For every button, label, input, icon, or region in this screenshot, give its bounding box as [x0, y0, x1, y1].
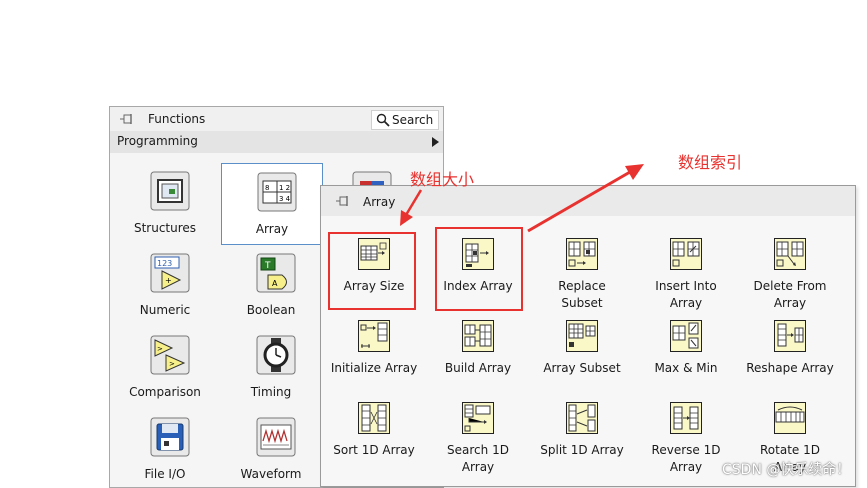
arrow-to-array-size	[400, 189, 423, 226]
arrow-to-index-array-note	[527, 164, 644, 233]
watermark: CSDN @快乐续命！	[722, 462, 851, 478]
annotation-arrows	[400, 164, 644, 233]
